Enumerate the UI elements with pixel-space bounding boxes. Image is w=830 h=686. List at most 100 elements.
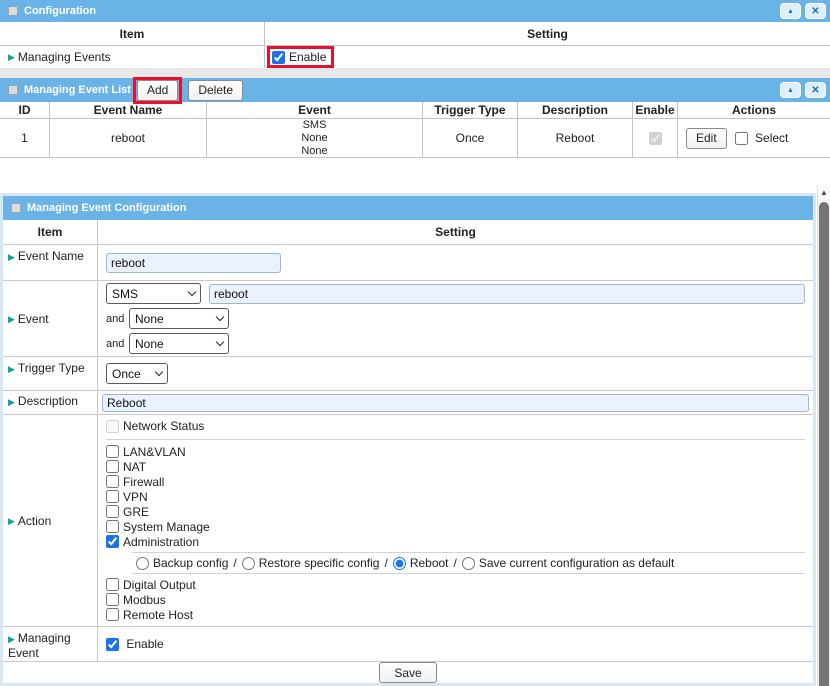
description-column-header: Description (518, 102, 633, 118)
gre-checkbox[interactable] (106, 505, 119, 518)
row-description: Reboot (518, 119, 633, 157)
and-label: and (106, 313, 126, 325)
close-button[interactable]: ✕ (805, 3, 826, 19)
add-button[interactable]: Add (137, 80, 178, 101)
configuration-title: Configuration (24, 5, 96, 17)
item-column-header: Item (0, 22, 265, 45)
row-arrow-icon: ▶ (8, 252, 15, 262)
save-current-config-radio[interactable] (462, 557, 475, 570)
managing-event-configuration-dialog: Managing Event Configuration Item Settin… (0, 193, 816, 686)
configuration-table-header: Item Setting (0, 22, 830, 46)
collapse-button[interactable]: ▲ (780, 3, 801, 19)
enable-column-header: Enable (633, 102, 678, 118)
item-column-header: Item (3, 220, 98, 244)
save-row: Save (3, 662, 813, 683)
backup-config-radio[interactable] (136, 557, 149, 570)
row-arrow-icon: ▶ (8, 52, 15, 63)
panel-square-icon (8, 85, 18, 95)
section-divider (0, 68, 830, 78)
collapse-button[interactable]: ▲ (780, 82, 801, 98)
row-trigger-type: Once (423, 119, 518, 157)
modbus-checkbox[interactable] (106, 593, 119, 606)
event-type-select[interactable]: SMS (106, 283, 201, 304)
network-status-checkbox (106, 420, 119, 433)
digital-output-checkbox[interactable] (106, 578, 119, 591)
managing-event-list-header: Managing Event List Add Delete ▲ ✕ (0, 78, 830, 102)
scrollbar-thumb[interactable] (819, 202, 829, 686)
select-label: Select (755, 131, 788, 145)
event-name-label: Event Name (18, 249, 84, 263)
reboot-radio[interactable] (393, 557, 406, 570)
actions-column-header: Actions (678, 102, 830, 118)
row-event-name: reboot (50, 119, 207, 157)
vertical-scrollbar[interactable]: ▲ (817, 185, 830, 686)
row-arrow-icon: ▶ (8, 634, 15, 644)
managing-events-row: ▶ Managing Events Enable (0, 46, 830, 69)
event-list-row: 1 reboot SMS None None Once Reboot Edit … (0, 119, 830, 158)
enable-label: Enable (289, 50, 326, 64)
setting-column-header: Setting (265, 22, 830, 45)
row-enable-checkbox (649, 132, 662, 145)
managing-events-enable-checkbox[interactable] (272, 51, 285, 64)
row-arrow-icon: ▶ (8, 312, 15, 326)
row-arrow-icon: ▶ (8, 364, 15, 374)
system-manage-checkbox[interactable] (106, 520, 119, 533)
id-column-header: ID (0, 102, 50, 118)
trigger-type-select[interactable]: Once (106, 363, 168, 384)
restore-specific-config-radio[interactable] (242, 557, 255, 570)
row-event-conditions: SMS None None (301, 119, 327, 158)
row-select-checkbox[interactable] (735, 132, 748, 145)
administration-checkbox[interactable] (106, 535, 119, 548)
annotation-highlight-add: Add (133, 77, 182, 104)
event-and1-select[interactable]: None (129, 308, 229, 329)
row-arrow-icon: ▶ (8, 397, 15, 407)
description-row: ▶Description (3, 391, 813, 415)
row-id: 1 (0, 119, 50, 157)
trigger-type-label: Trigger Type (18, 361, 85, 375)
edit-button[interactable]: Edit (686, 128, 727, 149)
row-arrow-icon: ▶ (8, 514, 15, 528)
dialog-title: Managing Event Configuration (27, 202, 187, 214)
trigger-type-column-header: Trigger Type (423, 102, 518, 118)
dialog-header: Managing Event Configuration (3, 196, 813, 220)
nat-checkbox[interactable] (106, 460, 119, 473)
lan-vlan-checkbox[interactable] (106, 445, 119, 458)
action-label: Action (18, 514, 51, 528)
event-list-table-header: ID Event Name Event Trigger Type Descrip… (0, 102, 830, 119)
description-label: Description (18, 394, 78, 408)
panel-square-icon (11, 203, 21, 213)
delete-button[interactable]: Delete (188, 80, 243, 101)
enable-label: Enable (126, 637, 163, 651)
managing-event-list-panel: Managing Event List Add Delete ▲ ✕ ID Ev… (0, 78, 830, 158)
scroll-up-button[interactable]: ▲ (818, 185, 830, 200)
close-button[interactable]: ✕ (805, 82, 826, 98)
form-table-header: Item Setting (3, 220, 813, 245)
setting-column-header: Setting (98, 220, 813, 244)
page: Configuration ▲ ✕ Item Setting ▶ Managin… (0, 0, 830, 686)
trigger-type-row: ▶Trigger Type Once (3, 357, 813, 391)
firewall-checkbox[interactable] (106, 475, 119, 488)
annotation-highlight-enable: Enable (267, 46, 334, 68)
panel-square-icon (8, 6, 18, 16)
event-name-row: ▶Event Name (3, 245, 813, 281)
vpn-checkbox[interactable] (106, 490, 119, 503)
configuration-header: Configuration ▲ ✕ (0, 0, 830, 22)
managing-events-label: Managing Events (18, 50, 111, 64)
action-row: ▶Action Network Status LAN&VLAN NAT Fire… (3, 415, 813, 627)
managing-event-enable-checkbox[interactable] (106, 638, 119, 651)
event-and2-select[interactable]: None (129, 333, 229, 354)
event-value-input[interactable] (209, 284, 805, 304)
description-input[interactable] (102, 394, 809, 412)
save-button[interactable]: Save (379, 662, 436, 683)
event-name-column-header: Event Name (50, 102, 207, 118)
event-column-header: Event (207, 102, 423, 118)
and-label: and (106, 338, 126, 350)
event-name-input[interactable] (106, 253, 281, 273)
remote-host-checkbox[interactable] (106, 608, 119, 621)
managing-event-list-title: Managing Event List (24, 84, 131, 96)
configuration-panel: Configuration ▲ ✕ Item Setting ▶ Managin… (0, 0, 830, 69)
network-status-label: Network Status (123, 419, 204, 433)
managing-event-row: ▶Managing Event Enable (3, 627, 813, 662)
event-row: ▶Event SMS and None and (3, 281, 813, 357)
administration-options: Backup config / Restore specific config … (132, 552, 805, 574)
